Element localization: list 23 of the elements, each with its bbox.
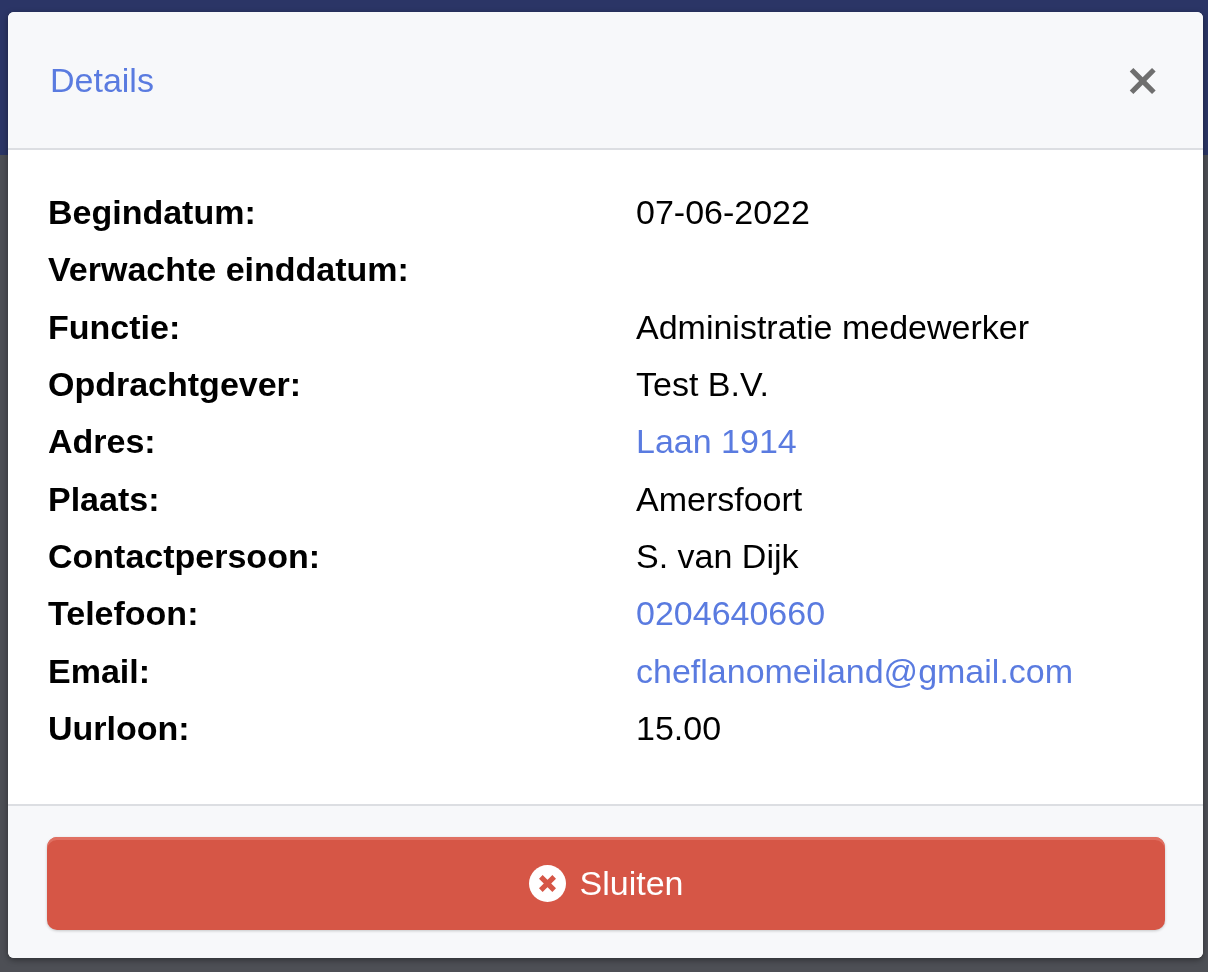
close-dialog-button[interactable]: Sluiten xyxy=(47,837,1165,930)
field-label: Verwachte einddatum: xyxy=(48,250,410,290)
field-value: Amersfoort xyxy=(636,479,804,519)
field-label: Email: xyxy=(48,651,152,691)
field-link[interactable]: 0204640660 xyxy=(636,594,1163,634)
field-value: 15.00 xyxy=(636,708,723,748)
close-circle-icon xyxy=(528,865,566,902)
field-value: 07-06-2022 xyxy=(636,193,811,233)
field-label: Telefoon: xyxy=(48,594,200,634)
close-button[interactable]: × xyxy=(1124,58,1161,102)
field-label: Plaats: xyxy=(48,479,161,519)
field-value: Test B.V. xyxy=(636,365,770,405)
field-label: Functie: xyxy=(48,307,182,347)
field-label: Uurloon: xyxy=(48,708,191,748)
field-value: Administratie medewerker xyxy=(636,307,1031,347)
field-value: S. van Dijk xyxy=(636,536,800,576)
field-link[interactable]: Laan 1914 xyxy=(636,422,1163,462)
field-label: Opdrachtgever: xyxy=(48,365,303,405)
field-link[interactable]: cheflanomeiland@gmail.com xyxy=(636,651,1163,691)
field-label: Adres: xyxy=(48,422,157,462)
dialog-title: Details xyxy=(50,60,154,100)
field-label: Contactpersoon: xyxy=(48,536,321,576)
field-label: Begindatum: xyxy=(48,193,257,233)
